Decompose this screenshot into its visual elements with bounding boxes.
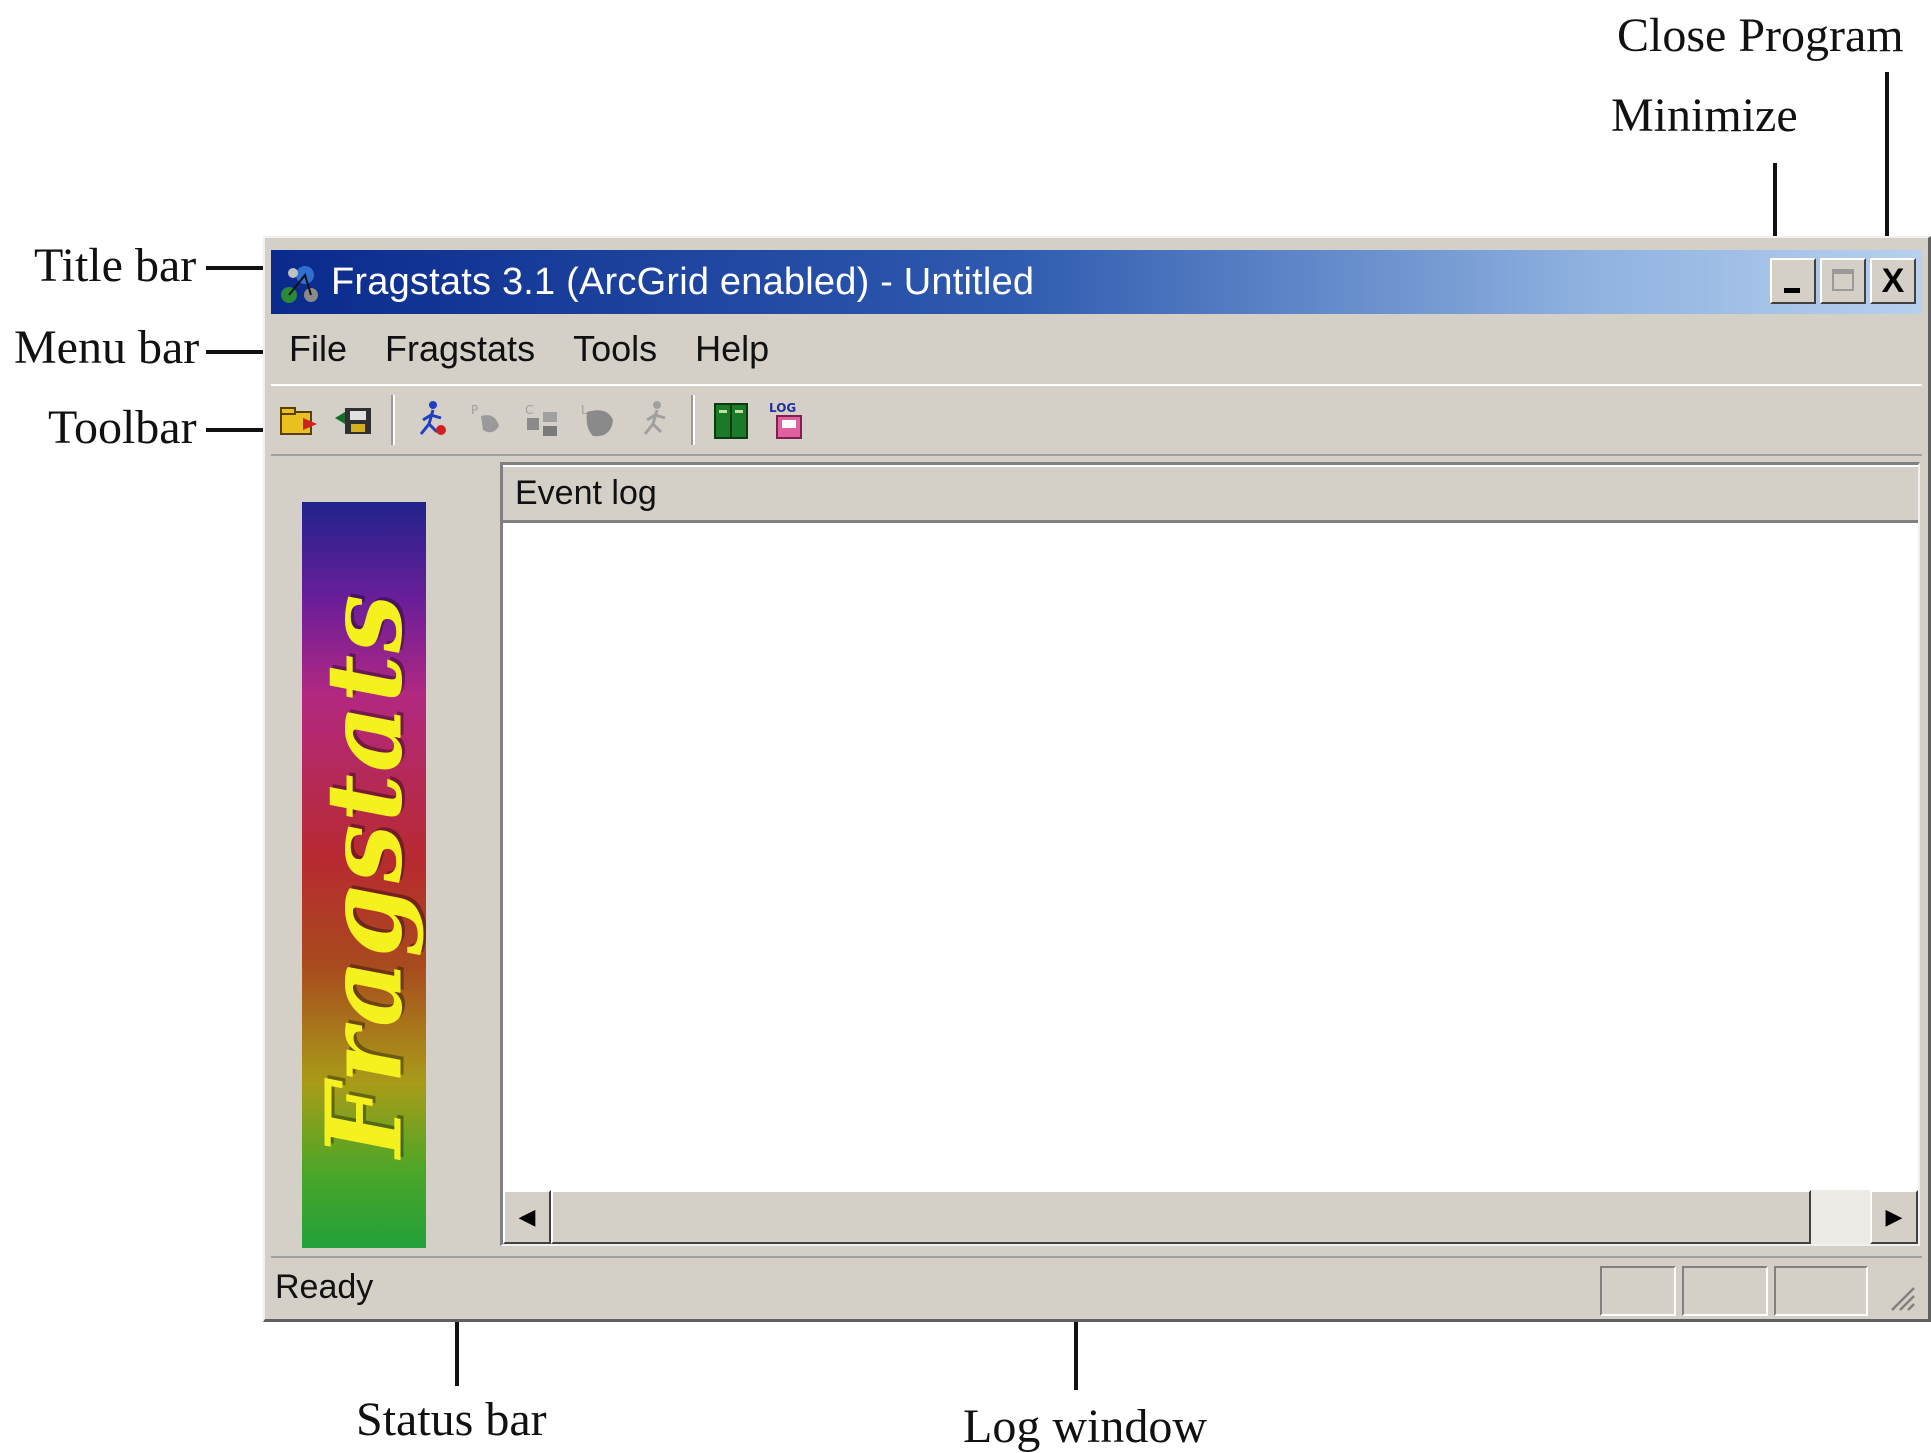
resize-grip-icon[interactable] — [1886, 1282, 1916, 1312]
annotation-title-bar: Title bar — [34, 239, 197, 292]
svg-text:LOG: LOG — [769, 401, 796, 415]
scrollbar-thumb[interactable] — [551, 1190, 1811, 1244]
horizontal-scrollbar[interactable]: ◀ ▶ — [503, 1190, 1918, 1244]
event-log-header[interactable]: Event log — [503, 465, 1918, 523]
results-class-icon[interactable]: C — [521, 398, 565, 442]
annotation-close-program: Close Program — [1617, 9, 1904, 62]
save-model-icon[interactable] — [333, 398, 377, 442]
menu-bar: File Fragstats Tools Help — [271, 318, 1922, 380]
toolbar-separator — [391, 395, 395, 445]
annotation-menu-bar: Menu bar — [14, 321, 200, 374]
annotation-minimize: Minimize — [1611, 89, 1798, 142]
annotation-status-bar: Status bar — [356, 1393, 547, 1446]
fragstats-logo-banner: Fragstats — [302, 502, 426, 1248]
leader-minimize — [1773, 163, 1777, 243]
scrollbar-track[interactable] — [1811, 1190, 1870, 1244]
scroll-left-button[interactable]: ◀ — [503, 1190, 551, 1244]
app-window: Fragstats 3.1 (ArcGrid enabled) - Untitl… — [263, 236, 1931, 1322]
minimize-button[interactable] — [1770, 258, 1816, 304]
log-window[interactable]: Event log ◀ ▶ — [500, 462, 1920, 1246]
menu-fragstats[interactable]: Fragstats — [385, 328, 535, 370]
status-pane — [1682, 1266, 1768, 1316]
leader-close-program — [1885, 72, 1889, 244]
svg-text:P: P — [471, 403, 478, 417]
batch-run-icon[interactable] — [633, 398, 677, 442]
window-title: Fragstats 3.1 (ArcGrid enabled) - Untitl… — [331, 260, 1035, 303]
status-text: Ready — [275, 1267, 374, 1306]
menu-help[interactable]: Help — [695, 328, 769, 370]
annotation-log-window: Log window — [963, 1400, 1207, 1453]
maximize-button[interactable] — [1820, 258, 1866, 304]
status-panes — [1600, 1266, 1868, 1316]
toolbar: P C L LOG — [271, 384, 1922, 456]
open-model-icon[interactable] — [277, 398, 321, 442]
run-icon[interactable] — [409, 398, 453, 442]
status-bar: Ready — [271, 1256, 1922, 1316]
fragstats-app-icon — [281, 266, 318, 303]
toolbar-separator — [691, 395, 695, 445]
fragstats-logo-text: Fragstats — [302, 592, 426, 1158]
scroll-right-button[interactable]: ▶ — [1870, 1190, 1918, 1244]
close-button[interactable]: X — [1870, 258, 1916, 304]
title-bar[interactable]: Fragstats 3.1 (ArcGrid enabled) - Untitl… — [271, 250, 1922, 314]
help-book-icon[interactable] — [709, 398, 753, 442]
results-landscape-icon[interactable]: L — [577, 398, 621, 442]
caption-buttons: X — [1770, 258, 1916, 304]
log-icon[interactable]: LOG — [765, 398, 809, 442]
status-pane — [1774, 1266, 1868, 1316]
menu-tools[interactable]: Tools — [573, 328, 657, 370]
results-patch-icon[interactable]: P — [465, 398, 509, 442]
svg-text:C: C — [525, 403, 533, 417]
status-pane — [1600, 1266, 1676, 1316]
menu-file[interactable]: File — [289, 328, 347, 370]
annotation-toolbar: Toolbar — [48, 401, 197, 454]
